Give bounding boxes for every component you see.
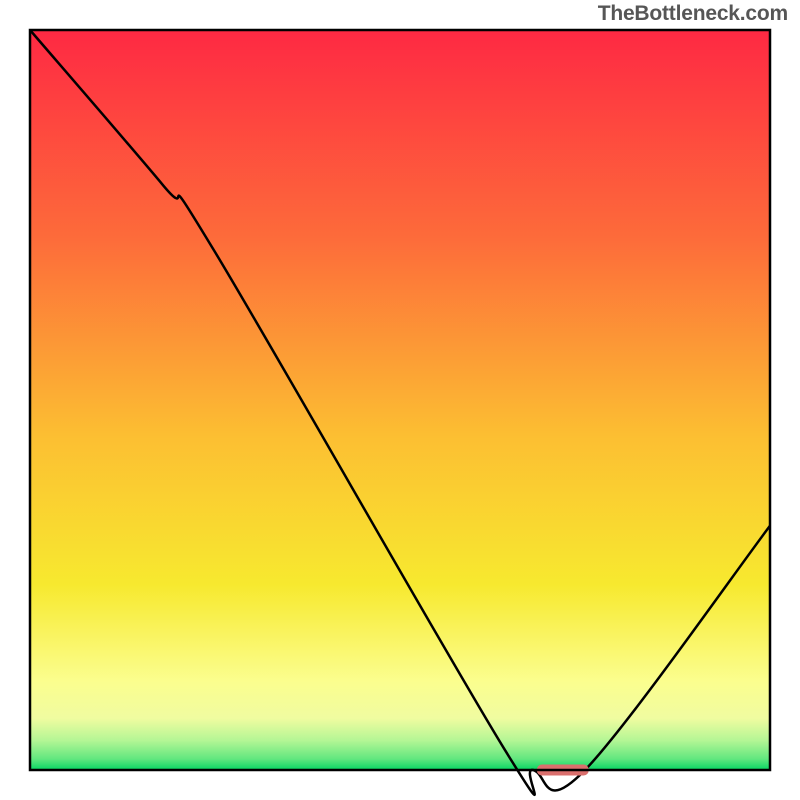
chart-svg bbox=[0, 0, 800, 800]
bottleneck-chart: TheBottleneck.com bbox=[0, 0, 800, 800]
plot-background bbox=[30, 30, 770, 770]
attribution-label: TheBottleneck.com bbox=[598, 2, 788, 26]
